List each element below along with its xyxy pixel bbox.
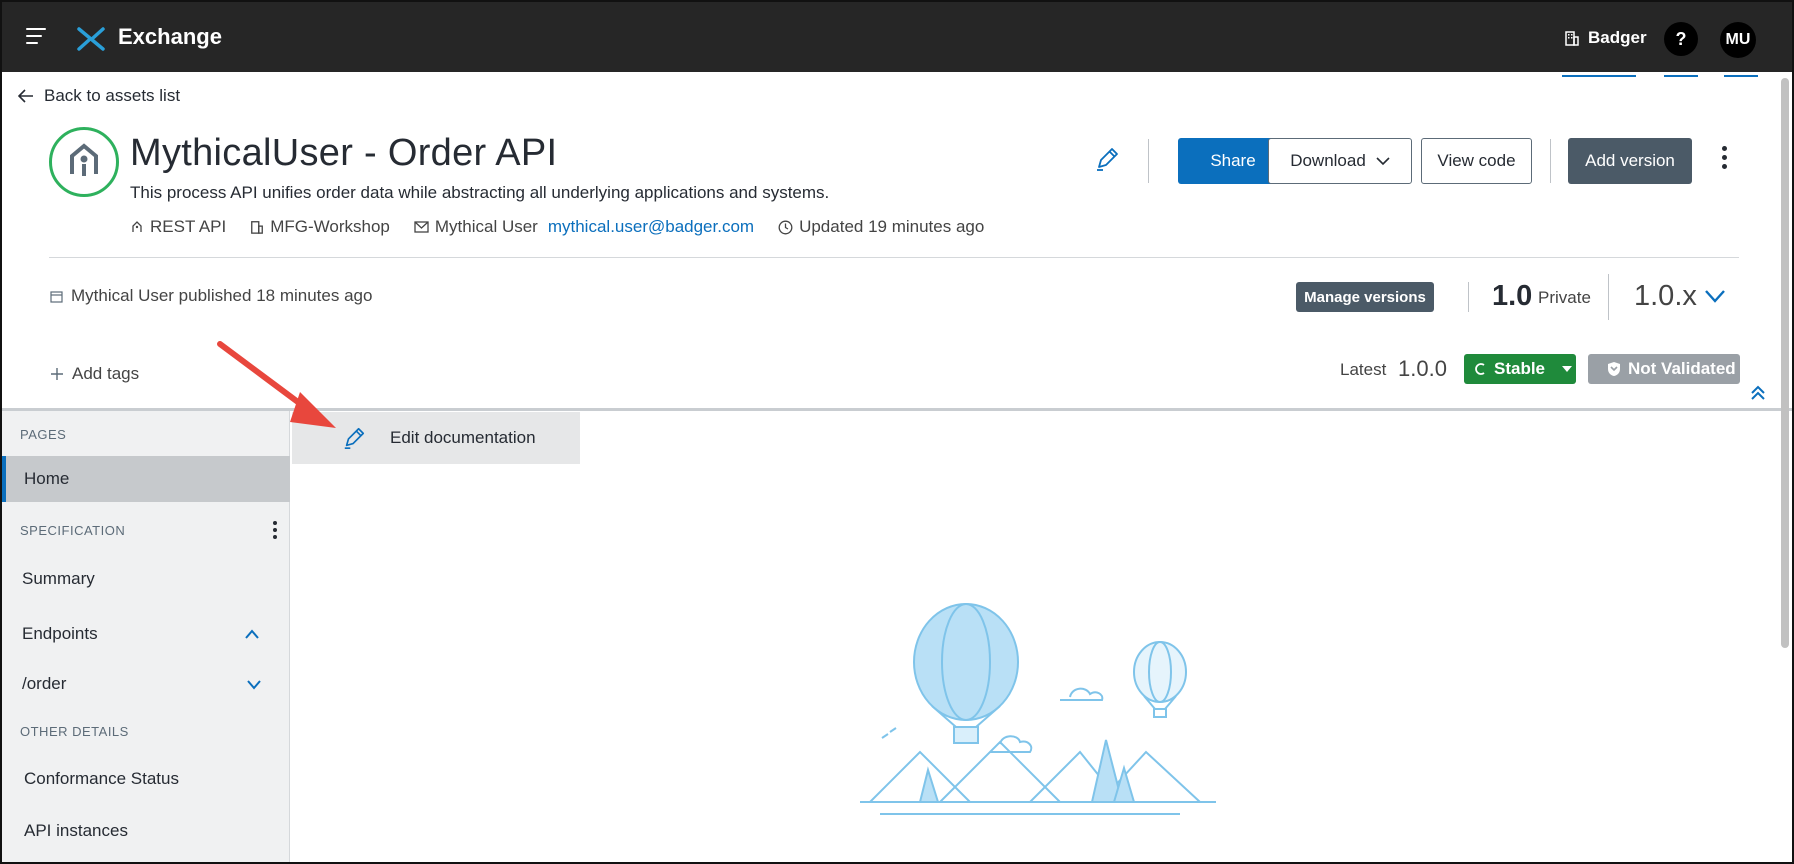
sidebar-item-api-instances[interactable]: API instances bbox=[2, 808, 290, 854]
app-title[interactable]: Exchange bbox=[118, 24, 222, 50]
version-visibility: Private bbox=[1538, 288, 1591, 307]
sidebar-item-home[interactable]: Home bbox=[2, 456, 290, 502]
latest-label: Latest bbox=[1340, 360, 1387, 379]
manage-versions-button[interactable]: Manage versions bbox=[1296, 282, 1434, 312]
org-switcher[interactable]: Badger bbox=[1564, 28, 1647, 48]
add-version-button[interactable]: Add version bbox=[1568, 138, 1692, 184]
business-group: MFG-Workshop bbox=[270, 217, 390, 236]
meta-asset-type: REST API bbox=[130, 217, 226, 237]
validation-label: Not Validated bbox=[1628, 359, 1736, 378]
sidebar-item-endpoints[interactable]: Endpoints bbox=[2, 611, 290, 657]
caret-down-icon bbox=[1562, 366, 1573, 372]
endpoints-label: Endpoints bbox=[22, 624, 98, 643]
kebab-icon[interactable] bbox=[272, 521, 278, 541]
back-label: Back to assets list bbox=[44, 86, 181, 105]
validation-status-badge: Not Validated bbox=[1588, 354, 1740, 384]
mail-icon bbox=[414, 221, 429, 233]
asset-description: This process API unifies order data whil… bbox=[130, 183, 830, 202]
pages-heading: PAGES bbox=[20, 427, 67, 442]
download-label: Download bbox=[1290, 151, 1366, 170]
user-avatar[interactable]: MU bbox=[1720, 22, 1756, 58]
double-chevron-up-icon[interactable] bbox=[1748, 384, 1768, 402]
shield-icon bbox=[1608, 362, 1620, 376]
page-title: MythicalUser - Order API bbox=[130, 132, 558, 174]
pencil-icon[interactable] bbox=[1094, 146, 1120, 172]
calendar-icon bbox=[50, 290, 63, 303]
stable-status-dropdown[interactable]: Stable bbox=[1464, 354, 1576, 384]
rest-api-icon bbox=[132, 221, 142, 232]
app-window: Exchange Badger ? MU Back to assets list bbox=[0, 0, 1794, 864]
divider bbox=[1550, 139, 1551, 183]
specification-heading: SPECIFICATION bbox=[20, 523, 126, 538]
api-icon bbox=[49, 127, 119, 197]
clock-icon bbox=[778, 220, 793, 234]
kebab-icon[interactable] bbox=[1720, 146, 1728, 176]
hamburger-icon[interactable] bbox=[26, 26, 48, 46]
add-tags-label: Add tags bbox=[72, 364, 140, 383]
org-name: Badger bbox=[1588, 28, 1647, 47]
view-code-button[interactable]: View code bbox=[1421, 138, 1532, 184]
back-to-assets-link[interactable]: Back to assets list bbox=[18, 86, 180, 106]
add-tags-button[interactable]: Add tags bbox=[50, 364, 139, 384]
pencil-icon bbox=[344, 427, 365, 449]
annotation-arrow bbox=[217, 341, 336, 428]
divider bbox=[1148, 139, 1149, 183]
chevron-down-icon[interactable] bbox=[246, 678, 262, 690]
updated-time: Updated 19 minutes ago bbox=[799, 217, 985, 236]
stable-label: Stable bbox=[1494, 359, 1546, 378]
back-arrow-icon bbox=[18, 89, 33, 103]
meta-updated: Updated 19 minutes ago bbox=[778, 217, 984, 237]
top-navigation-bar: Exchange Badger ? MU bbox=[2, 2, 1792, 72]
version-selector[interactable]: 1.0.x bbox=[1634, 280, 1697, 313]
chevron-down-icon[interactable] bbox=[1704, 288, 1726, 304]
divider bbox=[1468, 282, 1469, 312]
published-info: Mythical User published 18 minutes ago bbox=[50, 286, 372, 306]
building-icon bbox=[1565, 31, 1579, 46]
help-button[interactable]: ? bbox=[1664, 22, 1698, 56]
plus-icon bbox=[51, 368, 63, 380]
sidebar-item-order[interactable]: /order bbox=[2, 661, 290, 707]
asset-type: REST API bbox=[150, 217, 227, 236]
sidebar-item-summary[interactable]: Summary bbox=[2, 556, 290, 602]
exchange-logo-icon[interactable] bbox=[76, 26, 106, 52]
meta-business-group: MFG-Workshop bbox=[250, 217, 390, 237]
page-scrollbar[interactable] bbox=[1780, 72, 1790, 862]
asset-meta: REST API MFG-Workshop Mythical User myth… bbox=[130, 217, 1008, 237]
order-endpoint-label: /order bbox=[22, 674, 67, 693]
chevron-down-icon bbox=[1376, 157, 1390, 166]
divider bbox=[1608, 274, 1609, 320]
building-icon bbox=[251, 221, 264, 234]
chevron-up-icon[interactable] bbox=[244, 628, 260, 640]
download-button[interactable]: Download bbox=[1268, 138, 1412, 184]
latest-version: 1.0.0 bbox=[1398, 356, 1447, 381]
balloon-illustration bbox=[860, 603, 1216, 815]
other-details-heading: OTHER DETAILS bbox=[20, 724, 129, 739]
edit-documentation-label: Edit documentation bbox=[390, 428, 536, 447]
owner-email-link[interactable]: mythical.user@badger.com bbox=[548, 217, 754, 237]
scrollbar-thumb[interactable] bbox=[1781, 78, 1789, 648]
owner-name: Mythical User bbox=[434, 217, 538, 236]
meta-owner: Mythical User bbox=[414, 217, 538, 237]
version-number: 1.0 bbox=[1492, 280, 1533, 312]
header-divider bbox=[49, 257, 1739, 258]
published-text: Mythical User published 18 minutes ago bbox=[71, 286, 373, 305]
sidebar: PAGES Home SPECIFICATION Summary Endpoin… bbox=[2, 411, 290, 862]
stable-icon bbox=[1475, 363, 1485, 375]
sidebar-item-conformance[interactable]: Conformance Status bbox=[2, 756, 290, 802]
